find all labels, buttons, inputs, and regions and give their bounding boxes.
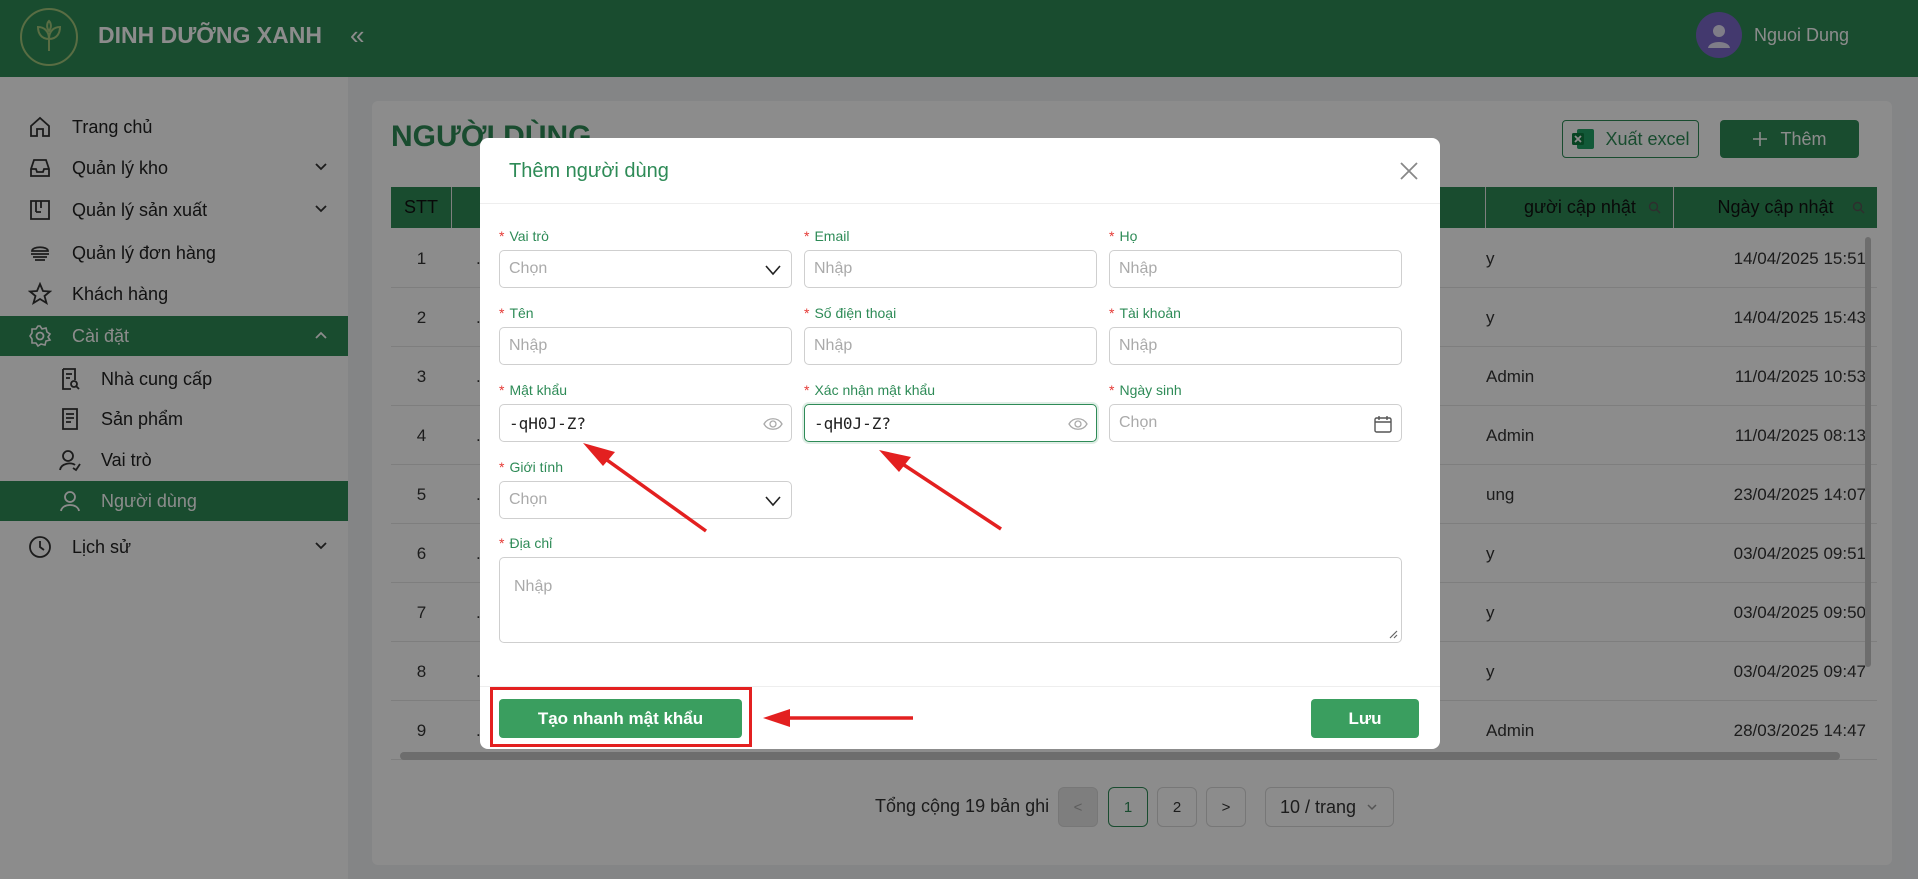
phone-field[interactable]: Nhập (804, 327, 1097, 365)
gender-select[interactable]: Chọn (499, 481, 792, 519)
field-label-text: Tên (509, 305, 534, 321)
field-label-text: Ngày sinh (1119, 382, 1182, 398)
last-name-placeholder: Nhập (1119, 260, 1158, 277)
field-label-text: Địa chỉ (509, 535, 553, 551)
account-field[interactable]: Nhập (1109, 327, 1402, 365)
required-mark: * (804, 382, 810, 398)
password-label: * Mật khẩu (499, 382, 567, 398)
birthday-placeholder: Chọn (1119, 414, 1158, 431)
email-label: * Email (804, 228, 849, 244)
role-select[interactable]: Chọn (499, 250, 792, 288)
email-placeholder: Nhập (814, 260, 853, 277)
first-name-label: * Tên (499, 305, 534, 321)
required-mark: * (804, 305, 810, 321)
chevron-down-icon (765, 496, 781, 507)
required-mark: * (1109, 228, 1115, 244)
confirm-password-label: * Xác nhận mật khẩu (804, 382, 935, 398)
gender-placeholder: Chọn (509, 491, 548, 508)
close-icon[interactable] (1398, 160, 1420, 182)
field-label-text: Vai trò (509, 228, 549, 244)
address-label: * Địa chỉ (499, 535, 552, 551)
phone-placeholder: Nhập (814, 337, 853, 354)
field-label-text: Tài khoản (1119, 305, 1181, 321)
required-mark: * (499, 535, 505, 551)
birthday-label: * Ngày sinh (1109, 382, 1182, 398)
last-name-field[interactable]: Nhập (1109, 250, 1402, 288)
field-label-text: Giới tính (509, 459, 563, 475)
required-mark: * (499, 459, 505, 475)
confirm-password-field[interactable]: -qH0J-Z? (804, 404, 1097, 442)
password-value: -qH0J-Z? (509, 413, 587, 433)
calendar-icon (1374, 416, 1392, 433)
required-mark: * (499, 228, 505, 244)
resize-handle-icon[interactable] (1388, 629, 1398, 639)
confirm-password-value: -qH0J-Z? (814, 413, 892, 433)
account-placeholder: Nhập (1119, 337, 1158, 354)
first-name-field[interactable]: Nhập (499, 327, 792, 365)
eye-icon[interactable] (1068, 414, 1088, 434)
save-button[interactable]: Lưu (1311, 699, 1419, 738)
account-label: * Tài khoản (1109, 305, 1181, 321)
phone-label: * Số điện thoại (804, 305, 896, 321)
address-placeholder: Nhập (514, 578, 553, 595)
required-mark: * (1109, 305, 1115, 321)
gender-label: * Giới tính (499, 459, 563, 475)
modal-divider (480, 203, 1440, 204)
field-label-text: Email (814, 228, 850, 244)
last-name-label: * Họ (1109, 228, 1137, 244)
eye-icon[interactable] (763, 414, 783, 434)
role-label: * Vai trò (499, 228, 549, 244)
role-placeholder: Chọn (509, 260, 548, 277)
field-label-text: Mật khẩu (509, 382, 568, 398)
add-user-modal: Thêm người dùng * Vai trò Chọn * Email Nhậ… (480, 138, 1440, 749)
first-name-placeholder: Nhập (509, 337, 548, 354)
required-mark: * (499, 382, 505, 398)
required-mark: * (499, 305, 505, 321)
birthday-picker[interactable]: Chọn (1109, 404, 1402, 442)
email-field[interactable]: Nhập (804, 250, 1097, 288)
password-field[interactable]: -qH0J-Z? (499, 404, 792, 442)
required-mark: * (804, 228, 810, 244)
field-label-text: Xác nhận mật khẩu (814, 382, 936, 398)
chevron-down-icon (765, 265, 781, 276)
modal-title: Thêm người dùng (509, 160, 669, 182)
field-label-text: Họ (1119, 228, 1138, 244)
field-label-text: Số điện thoại (814, 305, 897, 321)
highlight-box (490, 687, 752, 747)
required-mark: * (1109, 382, 1115, 398)
address-textarea[interactable]: Nhập (499, 557, 1402, 643)
